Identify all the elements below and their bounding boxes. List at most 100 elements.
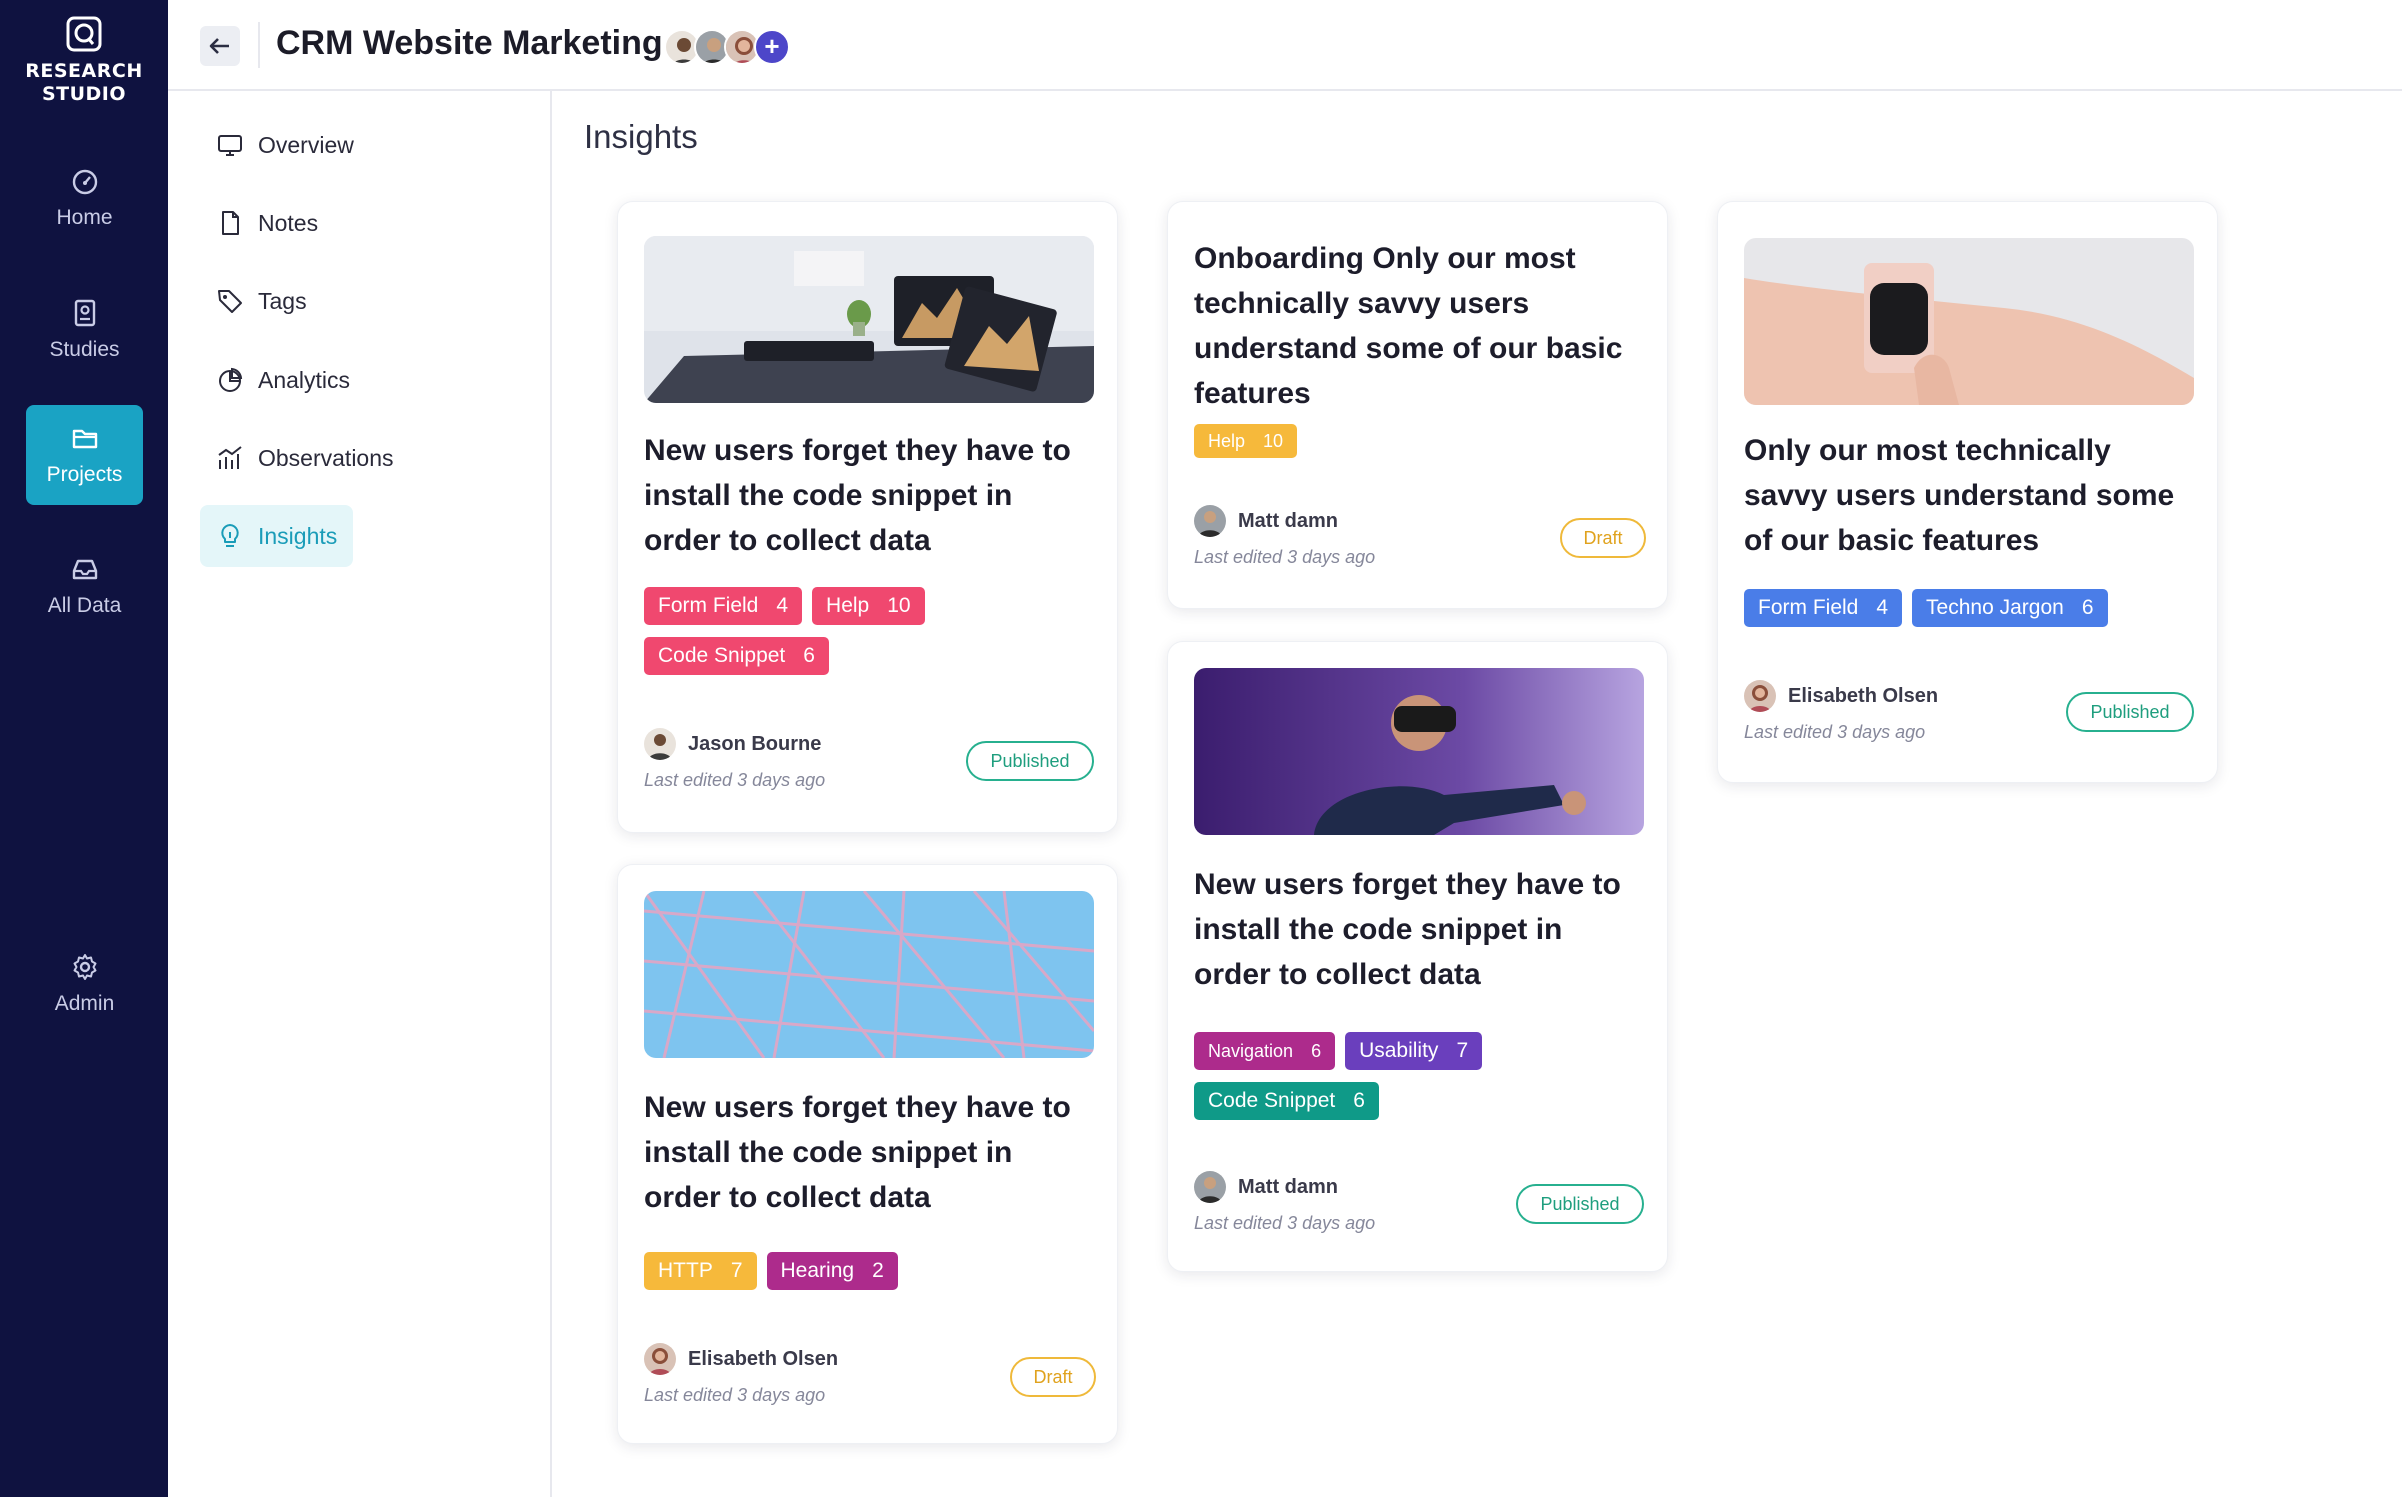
card-image-watch	[1744, 238, 2194, 405]
card-image-desk	[644, 236, 1094, 403]
tag-chip[interactable]: Help 10	[812, 587, 925, 625]
bar-trend-chart-icon	[218, 446, 242, 469]
tag-list: Navigation 6 Usability 7 Code Snippet 6	[1194, 1032, 1644, 1120]
rail-item-label: Admin	[54, 992, 115, 1015]
card-image-net	[644, 891, 1094, 1058]
nav-item-label: Overview	[258, 131, 354, 158]
nav-item-label: Notes	[258, 209, 319, 236]
nav-item-label: Tags	[258, 287, 307, 314]
nav-item-notes[interactable]: Notes	[200, 192, 334, 254]
card-author: Matt damn	[1194, 505, 1338, 537]
status-badge: Published	[2066, 692, 2194, 732]
tag-chip[interactable]: Code Snippet 6	[1194, 1082, 1379, 1120]
insight-card[interactable]: New users forget they have to install th…	[617, 864, 1118, 1444]
status-badge: Published	[966, 741, 1094, 781]
document-icon	[222, 211, 239, 235]
rail-item-studies[interactable]: Studies	[26, 280, 143, 380]
card-author: Jason Bourne	[644, 728, 821, 760]
tag-list: Help 10	[1194, 424, 1644, 458]
last-edited: Last edited 3 days ago	[1194, 547, 1376, 567]
logo-icon	[66, 16, 102, 52]
tag-chip[interactable]: Navigation 6	[1194, 1032, 1336, 1070]
smartwatch-image	[1744, 238, 2194, 405]
rail-item-label: All Data	[47, 594, 122, 617]
author-name: Elisabeth Olsen	[688, 1347, 839, 1370]
card-title: Only our most technically savvy users un…	[1744, 434, 2175, 557]
avatar	[1194, 1171, 1226, 1203]
card-title: Onboarding Only our most technically sav…	[1194, 242, 1623, 410]
book-icon	[74, 299, 95, 327]
back-button[interactable]	[200, 26, 240, 66]
tag-chip[interactable]: Hearing 2	[766, 1252, 898, 1290]
nav-item-label: Insights	[258, 522, 338, 549]
rail-item-label: Studies	[49, 338, 120, 361]
tag-chip[interactable]: Form Field 4	[1744, 589, 1903, 627]
vr-headset-image	[1194, 668, 1644, 835]
main-sidebar: RESEARCH STUDIO Home Studies Projects Al…	[0, 0, 168, 1497]
gear-icon	[73, 954, 96, 980]
section-title: Insights	[584, 118, 698, 155]
rail-item-home[interactable]: Home	[26, 148, 143, 248]
dashboard-gauge-icon	[72, 169, 97, 195]
tag-list: Form Field 4 Help 10 Code Snippet 6	[644, 587, 1094, 675]
tag-chip[interactable]: Usability 7	[1345, 1032, 1483, 1070]
tag-chip[interactable]: Code Snippet 6	[644, 637, 829, 675]
page-title: CRM Website Marketing	[276, 24, 663, 62]
card-author: Matt damn	[1194, 1171, 1338, 1203]
last-edited: Last edited 3 days ago	[644, 770, 826, 790]
inbox-tray-icon	[72, 559, 97, 580]
app-logo[interactable]: RESEARCH STUDIO	[0, 16, 168, 106]
insight-card[interactable]: Only our most technically savvy users un…	[1717, 201, 2218, 783]
insight-card[interactable]: Onboarding Only our most technically sav…	[1167, 201, 1668, 609]
avatar	[644, 728, 676, 760]
tag-chip[interactable]: Techno Jargon 6	[1912, 589, 2108, 627]
card-title: New users forget they have to install th…	[644, 434, 1071, 557]
nav-item-observations[interactable]: Observations	[200, 427, 410, 489]
author-name: Matt damn	[1238, 509, 1338, 532]
status-badge: Draft	[1010, 1357, 1096, 1397]
tag-icon	[218, 290, 242, 313]
author-name: Elisabeth Olsen	[1788, 684, 1939, 707]
tag-chip[interactable]: Form Field 4	[644, 587, 803, 625]
top-bar: CRM Website Marketing +	[168, 0, 2402, 91]
nav-item-analytics[interactable]: Analytics	[200, 349, 366, 411]
team-avatars: +	[664, 29, 790, 65]
folder-icon	[72, 429, 97, 449]
card-author: Elisabeth Olsen	[1744, 680, 1938, 712]
nav-item-tags[interactable]: Tags	[200, 270, 323, 332]
last-edited: Last edited 3 days ago	[1194, 1213, 1376, 1233]
avatar	[644, 1343, 676, 1375]
status-badge: Published	[1516, 1184, 1644, 1224]
nav-item-insights[interactable]: Insights	[200, 505, 354, 567]
card-title: New users forget they have to install th…	[644, 1091, 1071, 1214]
desk-laptops-image	[644, 236, 1094, 403]
rail-item-projects[interactable]: Projects	[26, 405, 143, 505]
rail-item-label: Home	[56, 206, 113, 229]
monitor-icon	[218, 135, 242, 156]
card-image-vr	[1194, 668, 1644, 835]
logo-text-line2: STUDIO	[41, 83, 127, 105]
add-member-button[interactable]: +	[754, 29, 790, 65]
rail-item-all-data[interactable]: All Data	[26, 536, 143, 636]
author-name: Matt damn	[1238, 1175, 1338, 1198]
nav-item-overview[interactable]: Overview	[200, 114, 370, 176]
card-author: Elisabeth Olsen	[644, 1343, 838, 1375]
net-sky-image	[644, 891, 1094, 1058]
tag-chip[interactable]: HTTP 7	[644, 1252, 757, 1290]
tag-list: HTTP 7 Hearing 2	[644, 1252, 1094, 1290]
avatar	[1194, 505, 1226, 537]
last-edited: Last edited 3 days ago	[644, 1385, 826, 1405]
arrow-left-icon	[209, 38, 229, 54]
insight-card[interactable]: New users forget they have to install th…	[1167, 641, 1668, 1272]
author-name: Jason Bourne	[688, 732, 822, 755]
lightbulb-icon	[221, 524, 239, 547]
nav-item-label: Observations	[258, 444, 394, 471]
insight-card[interactable]: New users forget they have to install th…	[617, 201, 1118, 833]
tag-chip[interactable]: Help 10	[1194, 424, 1298, 458]
pie-chart-icon	[219, 367, 243, 392]
rail-item-admin[interactable]: Admin	[26, 934, 143, 1034]
rail-item-label: Projects	[46, 463, 123, 486]
logo-text-line1: RESEARCH	[25, 60, 143, 82]
tag-list: Form Field 4 Techno Jargon 6	[1744, 589, 2194, 627]
nav-item-label: Analytics	[258, 366, 351, 393]
